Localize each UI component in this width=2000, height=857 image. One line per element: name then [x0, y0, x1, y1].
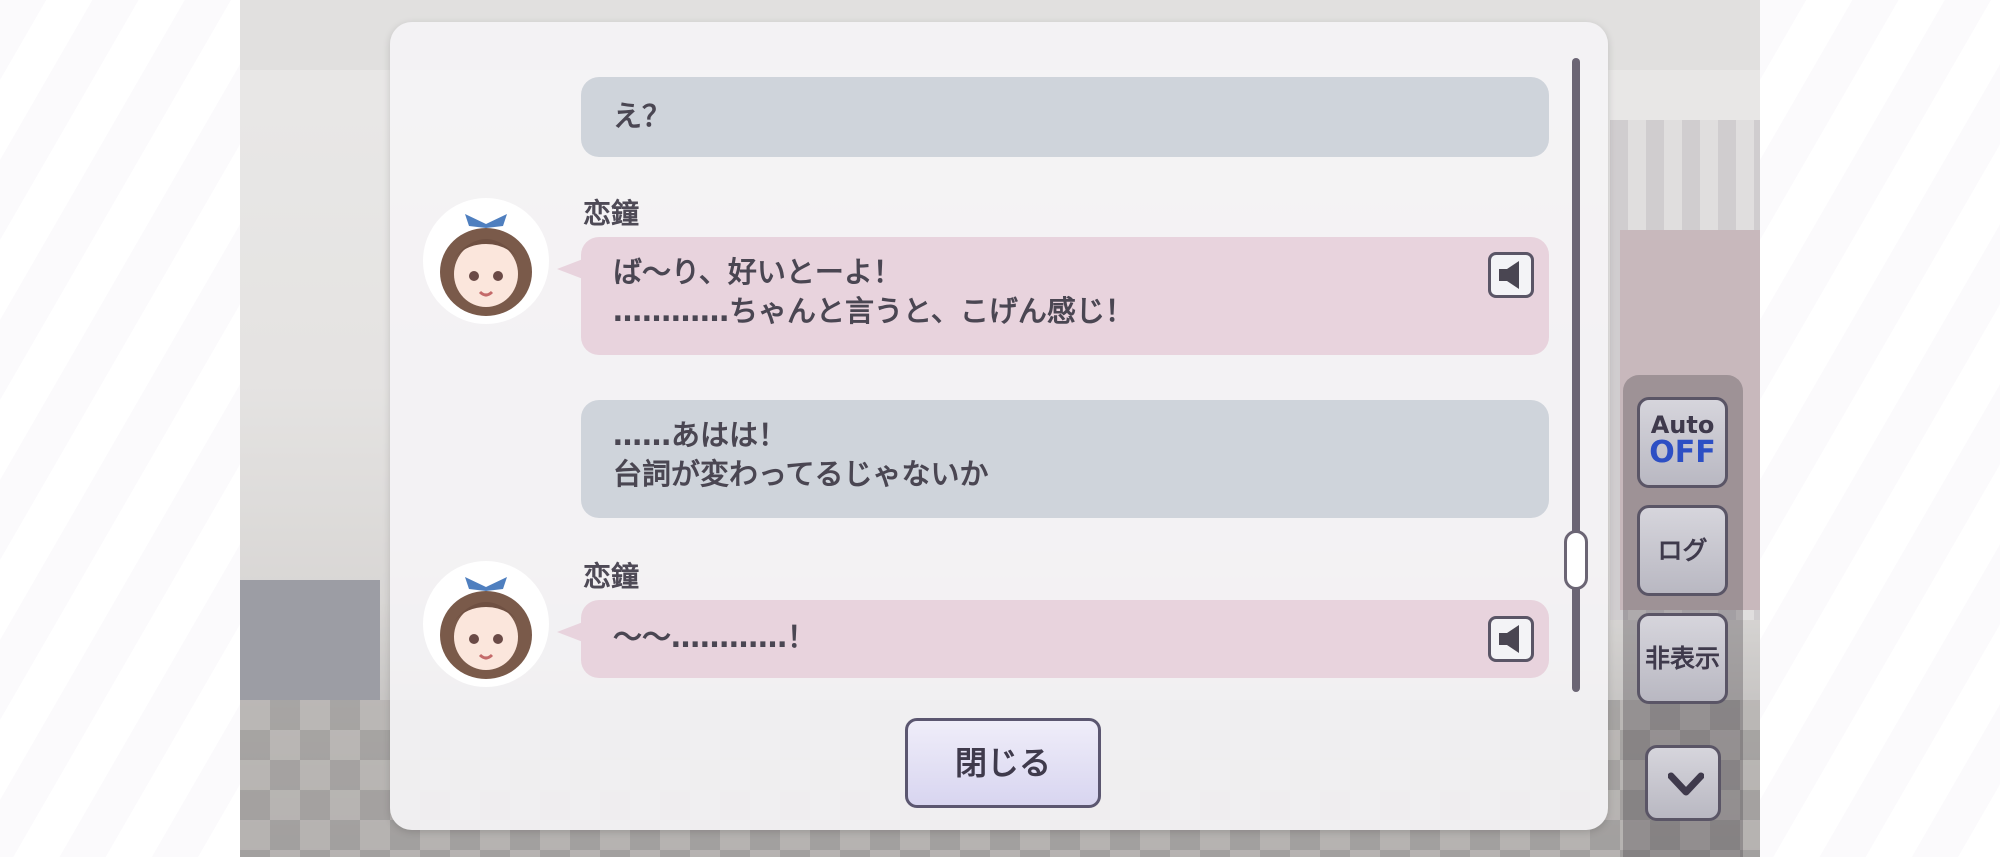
scroll-down-button[interactable] — [1645, 745, 1721, 821]
chevron-down-icon — [1668, 772, 1704, 796]
kogane-avatar-icon — [425, 563, 547, 685]
auto-toggle-button[interactable]: Auto OFF — [1637, 397, 1728, 488]
dialogue-log-panel: え？ 恋鐘 ば〜り、好いとーよ！ …………ちゃんと言うと、こげん感じ！ ……あは… — [390, 22, 1608, 830]
voice-replay-button[interactable] — [1488, 616, 1534, 662]
kogane-avatar-icon — [425, 200, 547, 322]
voice-replay-button[interactable] — [1488, 252, 1534, 298]
dialogue-line: え？ — [613, 99, 672, 133]
log-scrollbar[interactable] — [1572, 58, 1580, 692]
dialogue-line: ……あはは！ — [613, 418, 788, 452]
dialogue-line: 〜〜…………！ — [613, 620, 817, 654]
speaker-name: 恋鐘 — [583, 197, 640, 230]
log-entry-narration: え？ — [581, 77, 1549, 157]
side-pattern-left — [0, 0, 240, 857]
side-pattern-right — [1760, 0, 2000, 857]
dialogue-line: …………ちゃんと言うと、こげん感じ！ — [613, 294, 1134, 328]
speaker-icon — [1499, 625, 1519, 653]
speaker-avatar — [423, 561, 549, 687]
dialogue-line: ば〜り、好いとーよ！ — [613, 255, 902, 289]
log-entry-dialogue: ば〜り、好いとーよ！ …………ちゃんと言うと、こげん感じ！ — [557, 237, 1549, 355]
speaker-name: 恋鐘 — [583, 560, 640, 593]
auto-state: OFF — [1649, 435, 1716, 470]
log-entry-dialogue: 〜〜…………！ — [557, 600, 1549, 678]
log-entry-narration: ……あはは！ 台詞が変わってるじゃないか — [581, 400, 1549, 518]
speaker-icon — [1499, 261, 1519, 289]
dialogue-line: 台詞が変わってるじゃないか — [613, 457, 989, 491]
log-scrollbar-thumb[interactable] — [1564, 530, 1588, 590]
close-button[interactable]: 閉じる — [905, 718, 1101, 808]
speaker-avatar — [423, 198, 549, 324]
hide-button[interactable]: 非表示 — [1637, 613, 1728, 704]
log-button[interactable]: ログ — [1637, 505, 1728, 596]
